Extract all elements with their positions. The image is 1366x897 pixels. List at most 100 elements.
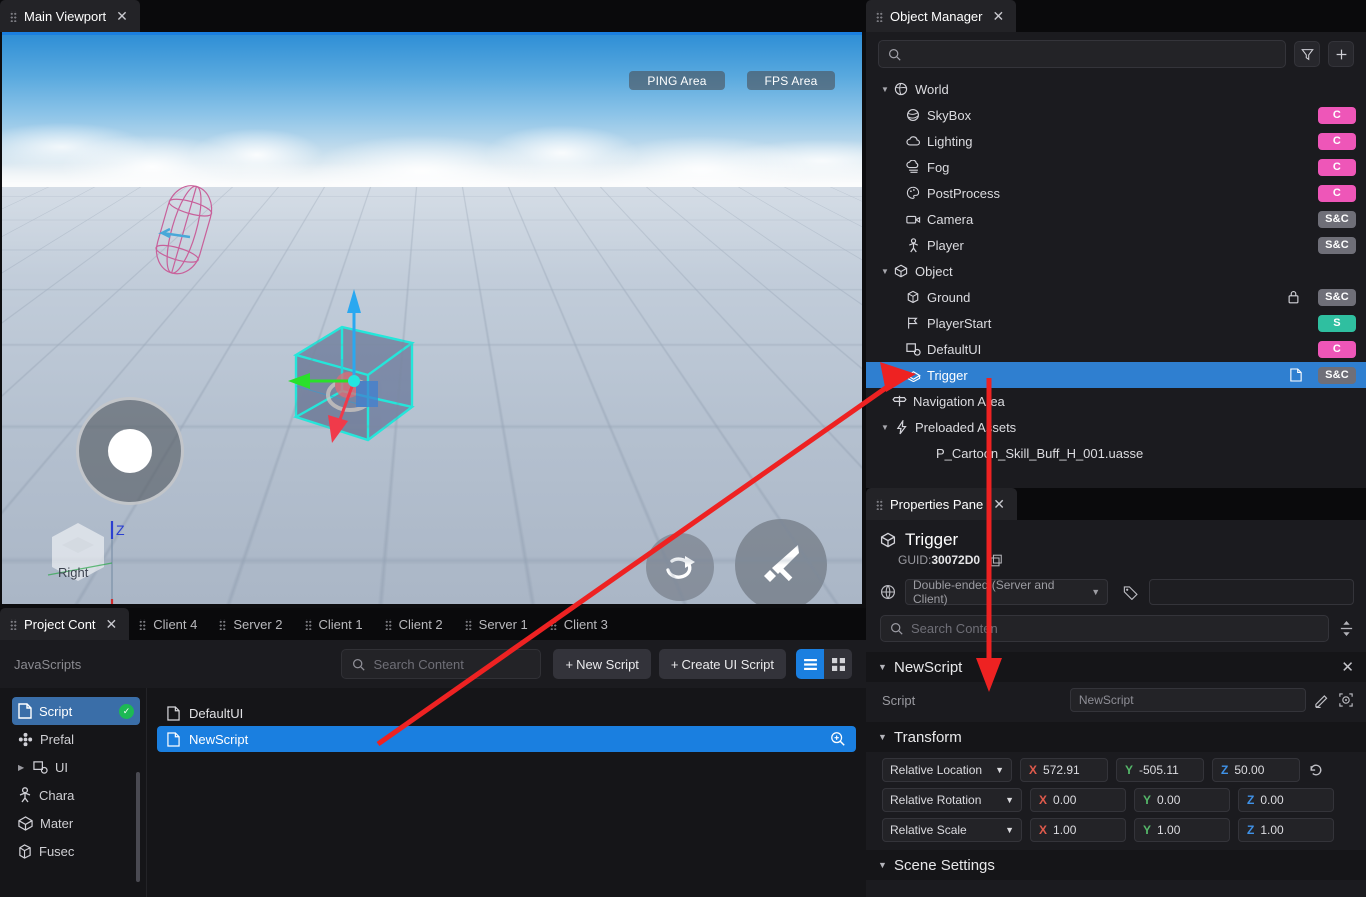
- tree-row-object[interactable]: ▼ Object: [866, 258, 1366, 284]
- create-ui-script-button[interactable]: + Create UI Script: [659, 649, 786, 679]
- tree-row-preloaded-assets[interactable]: ▼ Preloaded Assets: [866, 414, 1366, 440]
- tab-properties-panel[interactable]: Properties Pane ✕: [866, 488, 1017, 520]
- tree-row-defaultui[interactable]: DefaultUI C: [866, 336, 1366, 362]
- close-icon[interactable]: ✕: [993, 9, 1005, 23]
- scale-z-input[interactable]: Z 1.00: [1238, 818, 1334, 842]
- close-icon[interactable]: ✕: [993, 497, 1005, 511]
- scale-mode-select[interactable]: Relative Scale ▼: [882, 818, 1022, 842]
- lock-icon[interactable]: [1287, 290, 1300, 304]
- chevron-down-icon[interactable]: ▼: [878, 267, 892, 276]
- rotation-y-input[interactable]: Y 0.00: [1134, 788, 1230, 812]
- scale-x-input[interactable]: X 1.00: [1030, 818, 1126, 842]
- tree-label: Navigation Area: [913, 394, 1356, 409]
- tab-client-1[interactable]: Client 1: [295, 608, 375, 640]
- scene-settings-header[interactable]: ▼ Scene Settings: [866, 850, 1366, 880]
- drag-grip-icon[interactable]: [385, 619, 392, 630]
- chevron-down-icon[interactable]: ▼: [878, 85, 892, 94]
- tree-row-camera[interactable]: Camera S&C: [866, 206, 1366, 232]
- drag-grip-icon[interactable]: [305, 619, 312, 630]
- chevron-down-icon[interactable]: ▼: [878, 423, 892, 432]
- list-item[interactable]: DefaultUI: [157, 700, 856, 726]
- tree-row-player[interactable]: Player S&C: [866, 232, 1366, 258]
- tab-server-1[interactable]: Server 1: [455, 608, 540, 640]
- script-section-header[interactable]: ▼ NewScript ✕: [866, 652, 1366, 682]
- tab-server-2[interactable]: Server 2: [209, 608, 294, 640]
- tree-row-playerstart[interactable]: PlayerStart S: [866, 310, 1366, 336]
- tag-input[interactable]: [1149, 579, 1354, 605]
- drag-grip-icon[interactable]: [876, 499, 883, 510]
- close-icon[interactable]: ✕: [106, 617, 118, 631]
- tree-row-skybox[interactable]: SkyBox C: [866, 102, 1366, 128]
- sidebar-scrollbar[interactable]: [136, 772, 140, 882]
- attack-button[interactable]: [735, 519, 827, 604]
- filter-funnel-icon[interactable]: [1294, 41, 1320, 67]
- rotation-z-input[interactable]: Z 0.00: [1238, 788, 1334, 812]
- tree-row-navigation-area[interactable]: Navigation Area: [866, 388, 1366, 414]
- transform-section-header[interactable]: ▼ Transform: [866, 722, 1366, 752]
- tab-client-4[interactable]: Client 4: [129, 608, 209, 640]
- drag-grip-icon[interactable]: [10, 619, 17, 630]
- sidebar-item-character[interactable]: Chara: [12, 781, 140, 809]
- tree-row-world[interactable]: ▼ World: [866, 76, 1366, 102]
- new-script-button[interactable]: + New Script: [553, 649, 650, 679]
- drag-grip-icon[interactable]: [550, 619, 557, 630]
- tab-object-manager[interactable]: Object Manager ✕: [866, 0, 1016, 32]
- close-icon[interactable]: ✕: [116, 9, 128, 23]
- tree-row-postprocess[interactable]: PostProcess C: [866, 180, 1366, 206]
- content-search-input[interactable]: Search Content: [341, 649, 541, 679]
- trigger-box-gizmo[interactable]: [282, 285, 432, 450]
- movement-joystick[interactable]: [76, 397, 184, 505]
- tree-row-ground[interactable]: Ground S&C: [866, 284, 1366, 310]
- grid-view-button[interactable]: [824, 649, 852, 679]
- tab-main-viewport[interactable]: Main Viewport ✕: [0, 0, 140, 32]
- drag-grip-icon[interactable]: [465, 619, 472, 630]
- sidebar-item-fused[interactable]: Fusec: [12, 837, 140, 865]
- tab-project-content[interactable]: Project Cont ✕: [0, 608, 129, 640]
- list-view-button[interactable]: [796, 649, 824, 679]
- view-axis-gizmo[interactable]: Z X Right: [42, 513, 152, 604]
- drag-grip-icon[interactable]: [219, 619, 226, 630]
- expand-collapse-icon[interactable]: [1339, 620, 1354, 637]
- script-file-icon[interactable]: [1290, 368, 1302, 382]
- location-x-input[interactable]: X 572.91: [1020, 758, 1108, 782]
- roll-button[interactable]: [646, 533, 714, 601]
- list-item[interactable]: NewScript: [157, 726, 856, 752]
- tab-client-3[interactable]: Client 3: [540, 608, 620, 640]
- properties-search-input[interactable]: Search Conten: [880, 615, 1329, 642]
- pencil-icon[interactable]: [1314, 692, 1330, 708]
- zoom-locate-icon[interactable]: [830, 731, 846, 747]
- locate-target-icon[interactable]: [1338, 692, 1354, 708]
- scale-y-input[interactable]: Y 1.00: [1134, 818, 1230, 842]
- network-mode-select[interactable]: Double-ended (Server and Client) ▼: [905, 579, 1108, 605]
- chevron-down-icon[interactable]: ▼: [878, 662, 894, 672]
- sidebar-item-material[interactable]: Mater: [12, 809, 140, 837]
- drag-grip-icon[interactable]: [10, 11, 17, 22]
- view-mode-toggle[interactable]: [796, 649, 852, 679]
- sidebar-item-prefab[interactable]: Prefal: [12, 725, 140, 753]
- drag-grip-icon[interactable]: [139, 619, 146, 630]
- chevron-down-icon[interactable]: ▼: [878, 732, 894, 742]
- rotation-mode-select[interactable]: Relative Rotation ▼: [882, 788, 1022, 812]
- script-field-input[interactable]: NewScript: [1070, 688, 1306, 712]
- viewport-3d-scene[interactable]: PING Area FPS Area Z X Right: [2, 32, 862, 604]
- tree-row-lighting[interactable]: Lighting C: [866, 128, 1366, 154]
- tree-row-trigger[interactable]: Trigger S&C: [866, 362, 1366, 388]
- drag-grip-icon[interactable]: [876, 11, 883, 22]
- tree-row-asset[interactable]: P_Cartoon_Skill_Buff_H_001.uasse: [866, 440, 1366, 466]
- location-y-input[interactable]: Y -505.11: [1116, 758, 1204, 782]
- location-z-input[interactable]: Z 50.00: [1212, 758, 1300, 782]
- copy-icon[interactable]: [990, 554, 1003, 567]
- object-search-input[interactable]: [878, 40, 1286, 68]
- plus-icon[interactable]: [1328, 41, 1354, 67]
- tree-row-fog[interactable]: Fog C: [866, 154, 1366, 180]
- rotation-x-input[interactable]: X 0.00: [1030, 788, 1126, 812]
- chevron-right-icon[interactable]: ▶: [18, 763, 26, 772]
- sidebar-item-ui[interactable]: ▶ UI: [12, 753, 140, 781]
- close-icon[interactable]: ✕: [1341, 658, 1354, 676]
- sidebar-item-script[interactable]: Script ✓: [12, 697, 140, 725]
- chevron-down-icon[interactable]: ▼: [878, 860, 894, 870]
- tab-client-2[interactable]: Client 2: [375, 608, 455, 640]
- reset-icon[interactable]: [1308, 762, 1324, 778]
- location-mode-select[interactable]: Relative Location ▼: [882, 758, 1012, 782]
- joystick-knob[interactable]: [108, 429, 152, 473]
